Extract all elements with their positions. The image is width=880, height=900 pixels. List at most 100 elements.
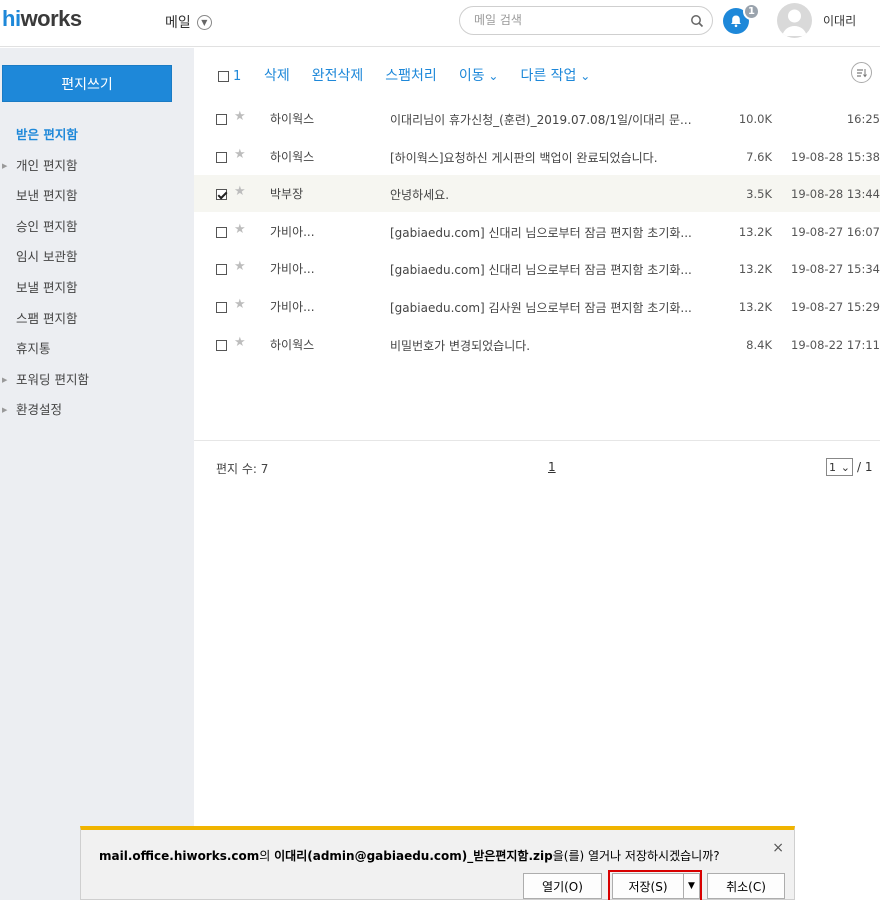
- mail-subject[interactable]: [gabiaedu.com] 김사원 님으로부터 잠금 편지함 초기화...: [390, 299, 696, 316]
- sidebar-item[interactable]: 보낼 편지함: [0, 273, 194, 304]
- search-icon[interactable]: [690, 14, 704, 28]
- mail-row[interactable]: ★ 하이웍스 이대리님이 휴가신청_(훈련)_2019.07.08/1일/이대리 문…: [194, 100, 880, 138]
- sidebar-item[interactable]: 휴지통: [0, 334, 194, 365]
- mail-row[interactable]: ★ 가비아... [gabiaedu.com] 신대리 님으로부터 잠금 편지함 초…: [194, 213, 880, 251]
- permanent-delete-button[interactable]: 완전삭제: [312, 65, 364, 85]
- move-dropdown[interactable]: 이동: [459, 65, 499, 85]
- mail-size: 3.5K: [746, 187, 772, 202]
- avatar[interactable]: [777, 3, 812, 38]
- save-options-dropdown[interactable]: ▼: [683, 873, 700, 899]
- mail-subject[interactable]: [gabiaedu.com] 신대리 님으로부터 잠금 편지함 초기화...: [390, 261, 696, 278]
- sort-icon[interactable]: [851, 62, 872, 83]
- hiworks-logo[interactable]: hiworks: [2, 6, 82, 32]
- sidebar-item[interactable]: 받은 편지함: [0, 120, 194, 151]
- app-switcher[interactable]: 메일 ▼: [165, 12, 212, 32]
- mail-row[interactable]: ★ 하이웍스 [하이웍스]요청하신 게시판의 백업이 완료되었습니다. 7.6K 19-…: [194, 138, 880, 176]
- search-input[interactable]: [474, 13, 674, 27]
- download-filename: 이대리(admin@gabiaedu.com)_받은편지함.zip: [274, 849, 553, 863]
- page-selector: 1 ⌄ / 1: [826, 458, 873, 476]
- sidebar-item-label: 휴지통: [16, 341, 51, 357]
- sidebar-item[interactable]: ▶ 개인 편지함: [0, 151, 194, 182]
- save-button[interactable]: 저장(S): [612, 873, 684, 899]
- notification-badge: 1: [743, 3, 760, 20]
- chevron-down-icon: ⌄: [840, 460, 850, 474]
- chevron-down-icon[interactable]: ▼: [196, 14, 212, 30]
- star-icon[interactable]: ★: [234, 222, 246, 237]
- sidebar-item-label: 스팸 편지함: [16, 310, 78, 326]
- mail-date: 19-08-28 15:38: [791, 149, 880, 164]
- download-message: mail.office.hiworks.com의 이대리(admin@gabia…: [99, 849, 720, 863]
- mail-subject[interactable]: [gabiaedu.com] 신대리 님으로부터 잠금 편지함 초기화...: [390, 224, 696, 241]
- row-checkbox[interactable]: [216, 189, 227, 201]
- sidebar-item[interactable]: ▶ 환경설정: [0, 395, 194, 426]
- sidebar-item[interactable]: 승인 편지함: [0, 212, 194, 243]
- sidebar-item[interactable]: ▶ 포워딩 편지함: [0, 365, 194, 396]
- row-checkbox[interactable]: [216, 226, 227, 238]
- download-notification-bar: mail.office.hiworks.com의 이대리(admin@gabia…: [80, 826, 795, 900]
- mail-row[interactable]: ★ 가비아... [gabiaedu.com] 신대리 님으로부터 잠금 편지함 초…: [194, 250, 880, 288]
- mail-date: 19-08-22 17:11: [791, 337, 880, 352]
- select-all[interactable]: 1: [218, 69, 241, 84]
- sidebar-item-label: 환경설정: [16, 402, 63, 418]
- mail-row[interactable]: ★ 하이웍스 비밀번호가 변경되었습니다. 8.4K 19-08-22 17:11: [194, 326, 880, 364]
- top-header: hiworks 메일 ▼ 1 이대리: [0, 0, 880, 47]
- sidebar-item[interactable]: 스팸 편지함: [0, 304, 194, 335]
- mail-date: 19-08-27 15:34: [791, 262, 880, 277]
- row-checkbox[interactable]: [216, 114, 227, 125]
- mail-size: 7.6K: [746, 149, 772, 164]
- delete-button[interactable]: 삭제: [264, 65, 290, 85]
- mail-sender: 하이웍스: [270, 149, 315, 164]
- row-checkbox[interactable]: [216, 339, 227, 351]
- star-icon[interactable]: ★: [234, 335, 246, 350]
- star-icon[interactable]: ★: [234, 297, 246, 312]
- row-checkbox[interactable]: [216, 151, 227, 163]
- row-checkbox[interactable]: [216, 301, 227, 313]
- select-all-checkbox[interactable]: [218, 71, 229, 82]
- mail-search[interactable]: [459, 6, 713, 35]
- mail-sender: 박부장: [270, 187, 304, 202]
- expand-caret-icon[interactable]: ▶: [2, 395, 7, 425]
- sidebar-item[interactable]: 보낸 편지함: [0, 181, 194, 212]
- mail-date: 19-08-27 15:29: [791, 299, 880, 314]
- mail-count: 편지 수: 7: [216, 462, 269, 476]
- mail-subject[interactable]: 비밀번호가 변경되었습니다.: [390, 337, 696, 354]
- mail-subject[interactable]: [하이웍스]요청하신 게시판의 백업이 완료되었습니다.: [390, 149, 696, 166]
- spam-button[interactable]: 스팸처리: [385, 65, 437, 85]
- sidebar-item-label: 받은 편지함: [16, 127, 78, 142]
- sidebar: 편지쓰기 받은 편지함 ▶ 개인 편지함보낸 편지함승인 편지함임시 보관함보낼 편…: [0, 48, 194, 900]
- mail-subject[interactable]: 안녕하세요.: [390, 186, 696, 203]
- mail-size: 13.2K: [738, 299, 772, 314]
- sidebar-item-label: 보낸 편지함: [16, 188, 78, 204]
- star-icon[interactable]: ★: [234, 147, 246, 162]
- page-link[interactable]: 1: [548, 460, 556, 474]
- mail-list: ★ 하이웍스 이대리님이 휴가신청_(훈련)_2019.07.08/1일/이대리 문…: [194, 100, 880, 364]
- expand-caret-icon[interactable]: ▶: [2, 151, 7, 181]
- mail-toolbar: 1 삭제 완전삭제 스팸처리 이동 다른 작업: [194, 48, 880, 100]
- star-icon[interactable]: ★: [234, 184, 246, 199]
- user-name[interactable]: 이대리: [823, 12, 856, 29]
- page-select[interactable]: 1 ⌄: [826, 458, 853, 476]
- mail-row[interactable]: ★ 박부장 안녕하세요. 3.5K 19-08-28 13:44: [194, 175, 880, 213]
- mail-subject[interactable]: 이대리님이 휴가신청_(훈련)_2019.07.08/1일/이대리 문...: [390, 111, 696, 128]
- expand-caret-icon[interactable]: ▶: [2, 365, 7, 395]
- mail-size: 10.0K: [738, 112, 772, 126]
- star-icon[interactable]: ★: [234, 109, 246, 124]
- sidebar-item-label: 승인 편지함: [16, 218, 78, 234]
- cancel-button[interactable]: 취소(C): [707, 873, 785, 899]
- close-icon[interactable]: ×: [772, 840, 784, 856]
- row-checkbox[interactable]: [216, 264, 227, 276]
- mail-sender: 하이웍스: [270, 337, 315, 352]
- mail-row[interactable]: ★ 가비아... [gabiaedu.com] 김사원 님으로부터 잠금 편지함 초…: [194, 288, 880, 326]
- sidebar-item-label: 임시 보관함: [16, 249, 78, 265]
- mail-date: 16:25: [846, 112, 880, 126]
- open-button[interactable]: 열기(O): [523, 873, 602, 899]
- compose-button[interactable]: 편지쓰기: [2, 65, 172, 102]
- more-actions-dropdown[interactable]: 다른 작업: [520, 65, 590, 85]
- save-button-group: 저장(S) ▼: [608, 870, 702, 900]
- sidebar-item-label: 포워딩 편지함: [16, 371, 89, 387]
- folder-list: 받은 편지함 ▶ 개인 편지함보낸 편지함승인 편지함임시 보관함보낼 편지함스팸 …: [0, 120, 194, 426]
- mail-size: 13.2K: [738, 224, 772, 239]
- sidebar-item[interactable]: 임시 보관함: [0, 242, 194, 273]
- star-icon[interactable]: ★: [234, 259, 246, 274]
- mail-date: 19-08-28 13:44: [791, 187, 880, 202]
